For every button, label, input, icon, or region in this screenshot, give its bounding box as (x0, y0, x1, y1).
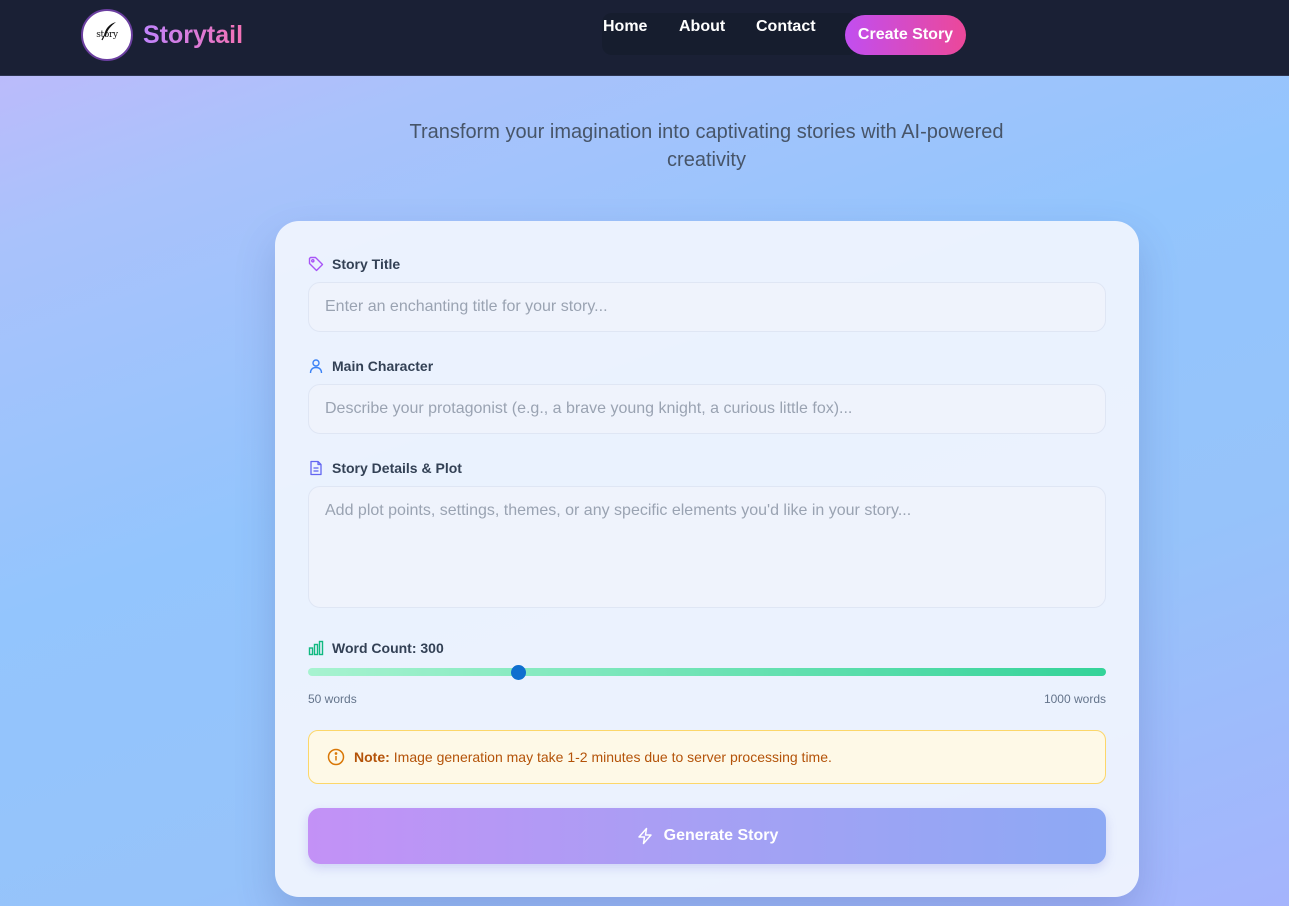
story-title-label: Story Title (308, 256, 400, 272)
word-count-max-label: 1000 words (1043, 692, 1106, 706)
generate-story-button[interactable]: Generate Story (308, 808, 1106, 864)
word-count-slider-thumb[interactable] (511, 665, 526, 680)
nav-link-about[interactable]: About (679, 18, 725, 36)
navbar: story Storytail Home About Contact Creat… (0, 0, 1289, 76)
brand-name[interactable]: Storytail (143, 21, 243, 50)
story-title-label-text: Story Title (332, 256, 401, 272)
tag-icon (308, 256, 324, 272)
processing-note: Note: Image generation may take 1-2 minu… (308, 730, 1106, 784)
story-details-label-text: Story Details & Plot (332, 460, 462, 476)
nav-link-contact[interactable]: Contact (756, 18, 816, 36)
main-character-label-text: Main Character (332, 358, 434, 374)
story-form-card: Story Title Main Character Story Details… (275, 221, 1139, 897)
hero-tagline: Transform your imagination into captivat… (409, 121, 1004, 171)
document-icon (308, 460, 324, 476)
lightning-icon (636, 827, 654, 845)
logo-text: story (96, 30, 118, 40)
user-icon (308, 358, 324, 374)
word-count-slider-track[interactable] (308, 668, 1106, 676)
nav-link-home[interactable]: Home (603, 18, 647, 36)
main-character-label: Main Character (308, 358, 433, 374)
main-character-input[interactable] (308, 384, 1106, 434)
word-count-label-text: Word Count: 300 (332, 640, 444, 656)
story-details-label: Story Details & Plot (308, 460, 462, 476)
story-details-textarea[interactable] (308, 486, 1106, 608)
note-text: Image generation may take 1-2 minutes du… (393, 749, 832, 765)
word-count-min-label: 50 words (308, 692, 357, 706)
logo-image: story (81, 9, 133, 61)
word-count-label: Word Count: 300 (308, 640, 444, 656)
note-strong: Note: (354, 749, 390, 765)
generate-story-label: Generate Story (663, 827, 779, 844)
info-circle-icon (327, 748, 345, 766)
brand-logo-link[interactable]: story Storytail (81, 9, 243, 61)
story-title-input[interactable] (308, 282, 1106, 332)
bar-chart-icon (308, 640, 324, 656)
create-story-button[interactable]: Create Story (845, 15, 966, 55)
